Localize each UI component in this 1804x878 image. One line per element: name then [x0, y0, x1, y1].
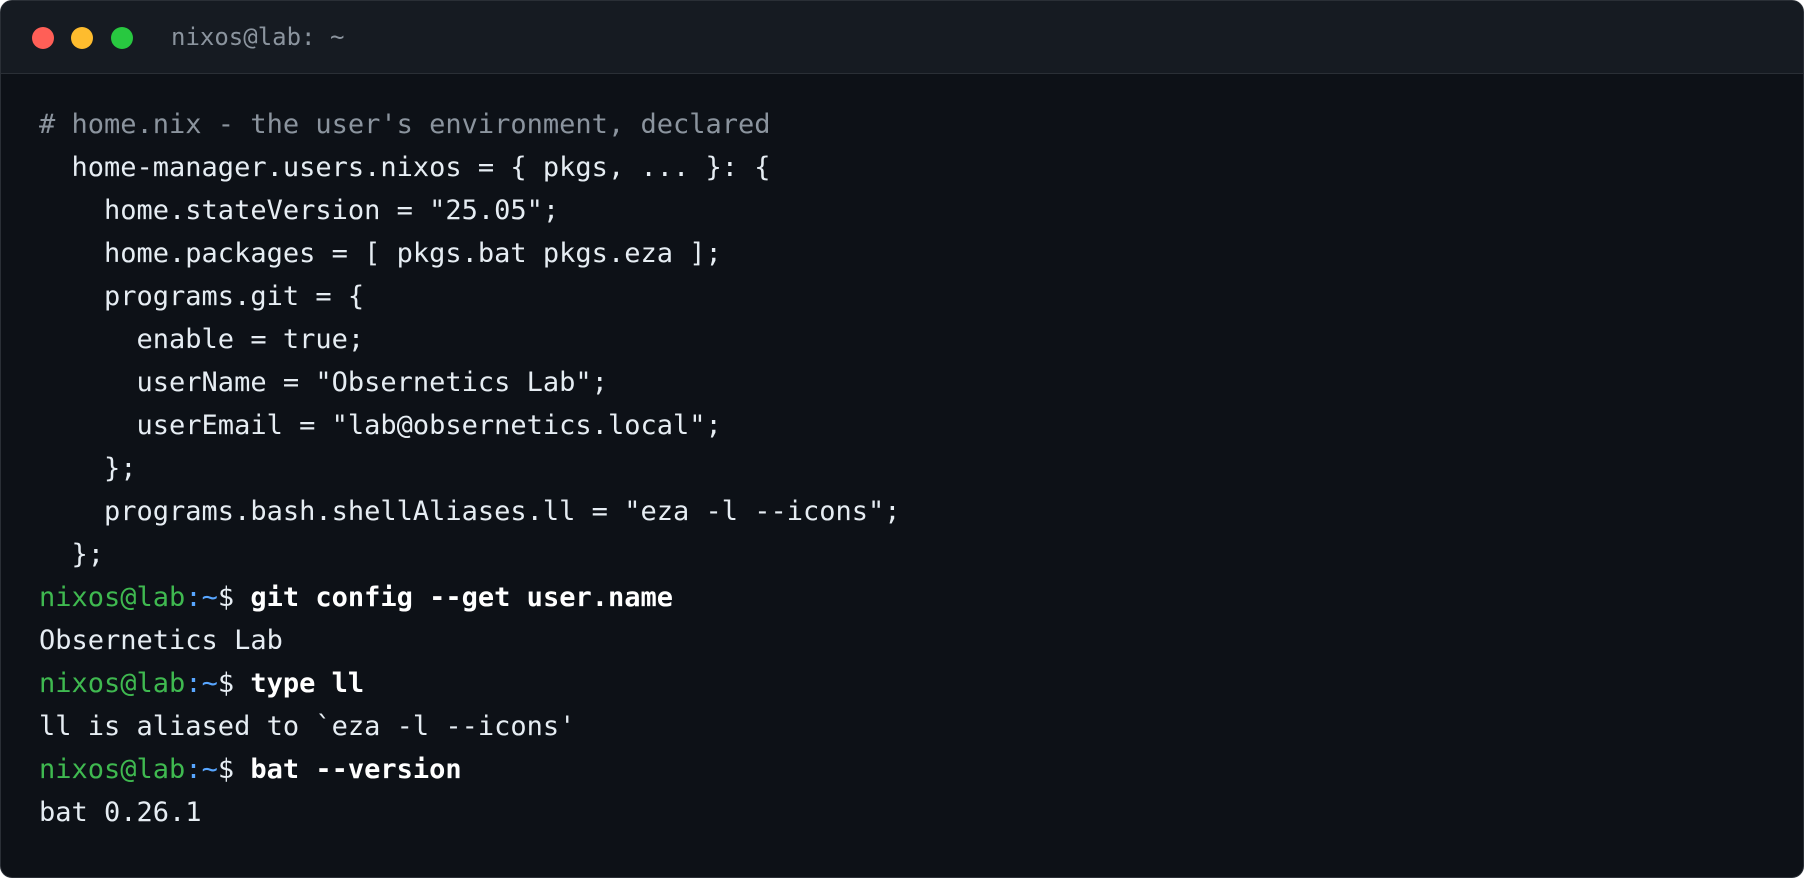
code-line: enable = true; [39, 324, 365, 355]
terminal-window: nixos@lab: ~ # home.nix - the user's env… [0, 0, 1804, 878]
command-text: type ll [250, 668, 365, 699]
title-bar: nixos@lab: ~ [1, 1, 1803, 74]
code-line: userName = "Obsernetics Lab"; [39, 367, 608, 398]
prompt-path: :~ [185, 582, 218, 613]
prompt-path: :~ [185, 668, 218, 699]
window-title: nixos@lab: ~ [171, 23, 345, 51]
prompt-symbol: $ [217, 754, 251, 785]
code-line: userEmail = "lab@obsernetics.local"; [39, 410, 722, 441]
code-line: programs.git = { [39, 281, 365, 312]
command-output: ll is aliased to `eza -l --icons' [39, 711, 576, 742]
command-text: git config --get user.name [250, 582, 673, 613]
prompt-user-host: nixos@lab [39, 668, 186, 699]
prompt-line: nixos@lab:~$ type ll [39, 662, 1783, 705]
command-output: Obsernetics Lab [39, 625, 283, 656]
code-line: }; [39, 453, 137, 484]
terminal-output[interactable]: # home.nix - the user's environment, dec… [39, 103, 1783, 834]
prompt-user-host: nixos@lab [39, 754, 186, 785]
code-line-comment: # home.nix - the user's environment, dec… [39, 109, 771, 140]
close-button[interactable] [32, 27, 54, 49]
prompt-symbol: $ [217, 668, 251, 699]
command-output: bat 0.26.1 [39, 797, 202, 828]
prompt-line: nixos@lab:~$ bat --version [39, 748, 1783, 791]
prompt-line: nixos@lab:~$ git config --get user.name [39, 576, 1783, 619]
code-line: }; [39, 539, 105, 570]
minimize-button[interactable] [71, 27, 93, 49]
code-line: home.stateVersion = "25.05"; [39, 195, 560, 226]
prompt-symbol: $ [217, 582, 251, 613]
prompt-user-host: nixos@lab [39, 582, 186, 613]
prompt-path: :~ [185, 754, 218, 785]
maximize-button[interactable] [111, 27, 133, 49]
command-text: bat --version [250, 754, 462, 785]
code-line: home.packages = [ pkgs.bat pkgs.eza ]; [39, 238, 722, 269]
code-line: home-manager.users.nixos = { pkgs, ... }… [39, 152, 771, 183]
code-line: programs.bash.shellAliases.ll = "eza -l … [39, 496, 901, 527]
